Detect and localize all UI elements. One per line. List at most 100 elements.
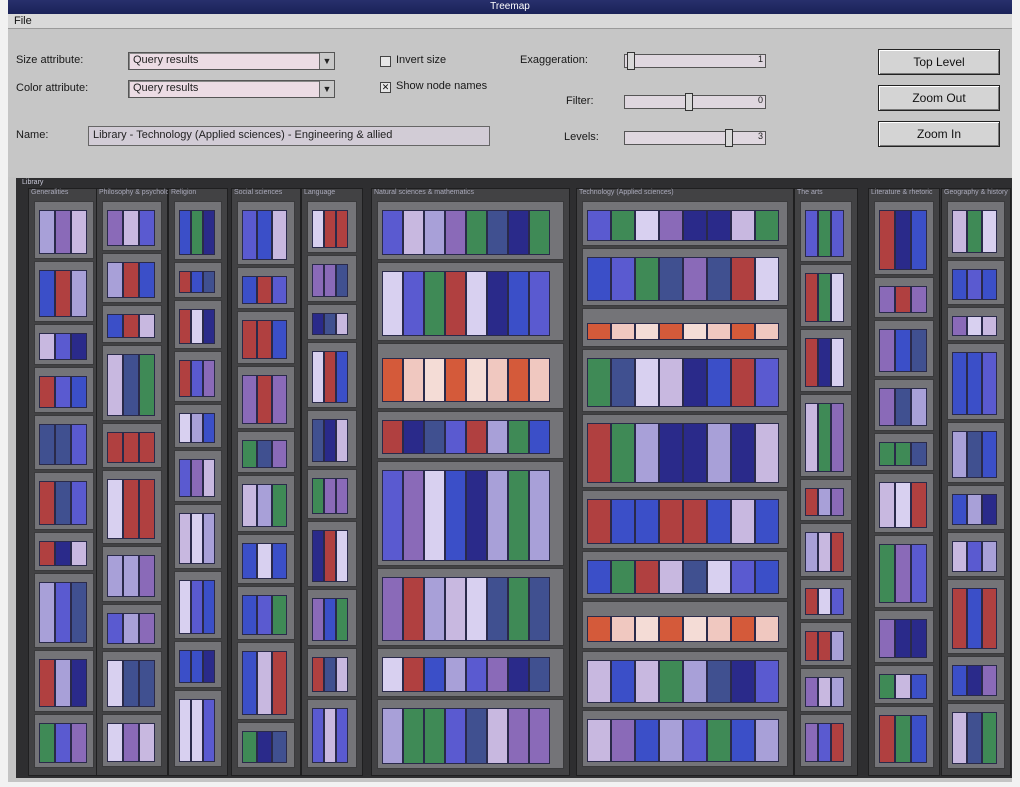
treemap-cell[interactable] bbox=[947, 703, 1005, 769]
treemap-cell[interactable] bbox=[34, 201, 94, 259]
treemap-leaf[interactable] bbox=[55, 424, 71, 465]
treemap-leaf[interactable] bbox=[107, 723, 123, 762]
treemap-leaf[interactable] bbox=[71, 424, 87, 465]
treemap-leaf[interactable] bbox=[203, 650, 215, 683]
treemap-leaf[interactable] bbox=[508, 271, 529, 336]
treemap-leaf[interactable] bbox=[952, 712, 967, 764]
treemap-leaf[interactable] bbox=[466, 577, 487, 641]
treemap-leaf[interactable] bbox=[895, 482, 911, 528]
treemap-leaf[interactable] bbox=[635, 210, 659, 241]
treemap-leaf[interactable] bbox=[587, 660, 611, 703]
treemap-leaf[interactable] bbox=[818, 723, 831, 762]
treemap-cell[interactable] bbox=[237, 267, 295, 309]
treemap-leaf[interactable] bbox=[683, 660, 707, 703]
treemap-leaf[interactable] bbox=[272, 375, 287, 424]
treemap-leaf[interactable] bbox=[508, 358, 529, 402]
treemap-cell[interactable] bbox=[800, 201, 852, 262]
treemap-cell[interactable] bbox=[874, 665, 934, 704]
treemap-leaf[interactable] bbox=[123, 210, 139, 246]
treemap-leaf[interactable] bbox=[731, 719, 755, 762]
treemap-cell[interactable] bbox=[947, 343, 1005, 420]
treemap-leaf[interactable] bbox=[967, 352, 982, 415]
treemap-leaf[interactable] bbox=[336, 478, 348, 514]
treemap-leaf[interactable] bbox=[336, 419, 348, 462]
treemap-leaf[interactable] bbox=[403, 577, 424, 641]
treemap-leaf[interactable] bbox=[683, 210, 707, 241]
treemap-cell[interactable] bbox=[174, 450, 222, 502]
treemap-leaf[interactable] bbox=[336, 210, 348, 248]
treemap-leaf[interactable] bbox=[895, 619, 911, 658]
treemap-leaf[interactable] bbox=[466, 420, 487, 454]
treemap-cell[interactable] bbox=[947, 579, 1005, 654]
treemap-leaf[interactable] bbox=[39, 541, 55, 566]
treemap-leaf[interactable] bbox=[982, 665, 997, 696]
treemap-leaf[interactable] bbox=[611, 257, 635, 301]
treemap-leaf[interactable] bbox=[952, 588, 967, 649]
treemap-cell[interactable] bbox=[874, 201, 934, 275]
treemap-cell[interactable] bbox=[800, 579, 852, 620]
treemap-leaf[interactable] bbox=[911, 619, 927, 658]
treemap-leaf[interactable] bbox=[755, 423, 779, 483]
treemap-leaf[interactable] bbox=[55, 541, 71, 566]
treemap-leaf[interactable] bbox=[179, 580, 191, 634]
treemap-leaf[interactable] bbox=[123, 354, 139, 416]
treemap-leaf[interactable] bbox=[879, 715, 895, 763]
treemap-leaf[interactable] bbox=[466, 210, 487, 255]
treemap-leaf[interactable] bbox=[272, 651, 287, 715]
treemap-leaf[interactable] bbox=[659, 257, 683, 301]
treemap-leaf[interactable] bbox=[707, 210, 731, 241]
treemap-leaf[interactable] bbox=[659, 323, 683, 340]
slider-thumb[interactable] bbox=[627, 52, 635, 70]
treemap-leaf[interactable] bbox=[982, 269, 997, 300]
treemap-leaf[interactable] bbox=[257, 484, 272, 527]
treemap-leaf[interactable] bbox=[71, 582, 87, 643]
treemap-leaf[interactable] bbox=[755, 358, 779, 407]
treemap-cell[interactable] bbox=[874, 277, 934, 318]
treemap-leaf[interactable] bbox=[336, 264, 348, 297]
treemap-leaf[interactable] bbox=[529, 708, 550, 764]
treemap-leaf[interactable] bbox=[487, 358, 508, 402]
treemap-leaf[interactable] bbox=[659, 358, 683, 407]
treemap-cell[interactable] bbox=[34, 415, 94, 470]
treemap-leaf[interactable] bbox=[587, 560, 611, 594]
treemap-leaf[interactable] bbox=[382, 420, 403, 454]
treemap-leaf[interactable] bbox=[123, 723, 139, 762]
treemap-leaf[interactable] bbox=[312, 598, 324, 641]
treemap-cell[interactable] bbox=[34, 714, 94, 768]
treemap-leaf[interactable] bbox=[107, 432, 123, 463]
treemap-leaf[interactable] bbox=[587, 423, 611, 483]
treemap-leaf[interactable] bbox=[683, 358, 707, 407]
treemap-leaf[interactable] bbox=[831, 403, 844, 472]
treemap-leaf[interactable] bbox=[272, 440, 287, 468]
treemap-leaf[interactable] bbox=[879, 210, 895, 270]
treemap-leaf[interactable] bbox=[179, 309, 191, 344]
treemap-leaf[interactable] bbox=[831, 338, 844, 387]
treemap-leaf[interactable] bbox=[445, 210, 466, 255]
treemap-cell[interactable] bbox=[800, 479, 852, 521]
treemap-leaf[interactable] bbox=[831, 488, 844, 516]
treemap-leaf[interactable] bbox=[123, 262, 139, 298]
treemap-cell[interactable] bbox=[947, 260, 1005, 305]
treemap-leaf[interactable] bbox=[466, 657, 487, 692]
treemap-leaf[interactable] bbox=[831, 677, 844, 707]
treemap-leaf[interactable] bbox=[895, 210, 911, 270]
treemap-leaf[interactable] bbox=[967, 541, 982, 572]
treemap-cell[interactable] bbox=[174, 641, 222, 688]
treemap-leaf[interactable] bbox=[71, 333, 87, 360]
treemap-leaf[interactable] bbox=[107, 660, 123, 707]
treemap-leaf[interactable] bbox=[731, 616, 755, 642]
treemap-cell[interactable] bbox=[800, 394, 852, 477]
treemap-leaf[interactable] bbox=[312, 313, 324, 335]
treemap-cell[interactable] bbox=[307, 255, 357, 302]
treemap-leaf[interactable] bbox=[39, 723, 55, 763]
treemap-leaf[interactable] bbox=[107, 613, 123, 644]
treemap-leaf[interactable] bbox=[424, 577, 445, 641]
treemap-leaf[interactable] bbox=[635, 423, 659, 483]
treemap-leaf[interactable] bbox=[982, 541, 997, 572]
treemap-cell[interactable] bbox=[874, 610, 934, 663]
treemap-cell[interactable] bbox=[874, 473, 934, 533]
treemap-leaf[interactable] bbox=[895, 286, 911, 313]
treemap-leaf[interactable] bbox=[139, 432, 155, 463]
treemap-leaf[interactable] bbox=[445, 271, 466, 336]
treemap-leaf[interactable] bbox=[179, 650, 191, 683]
